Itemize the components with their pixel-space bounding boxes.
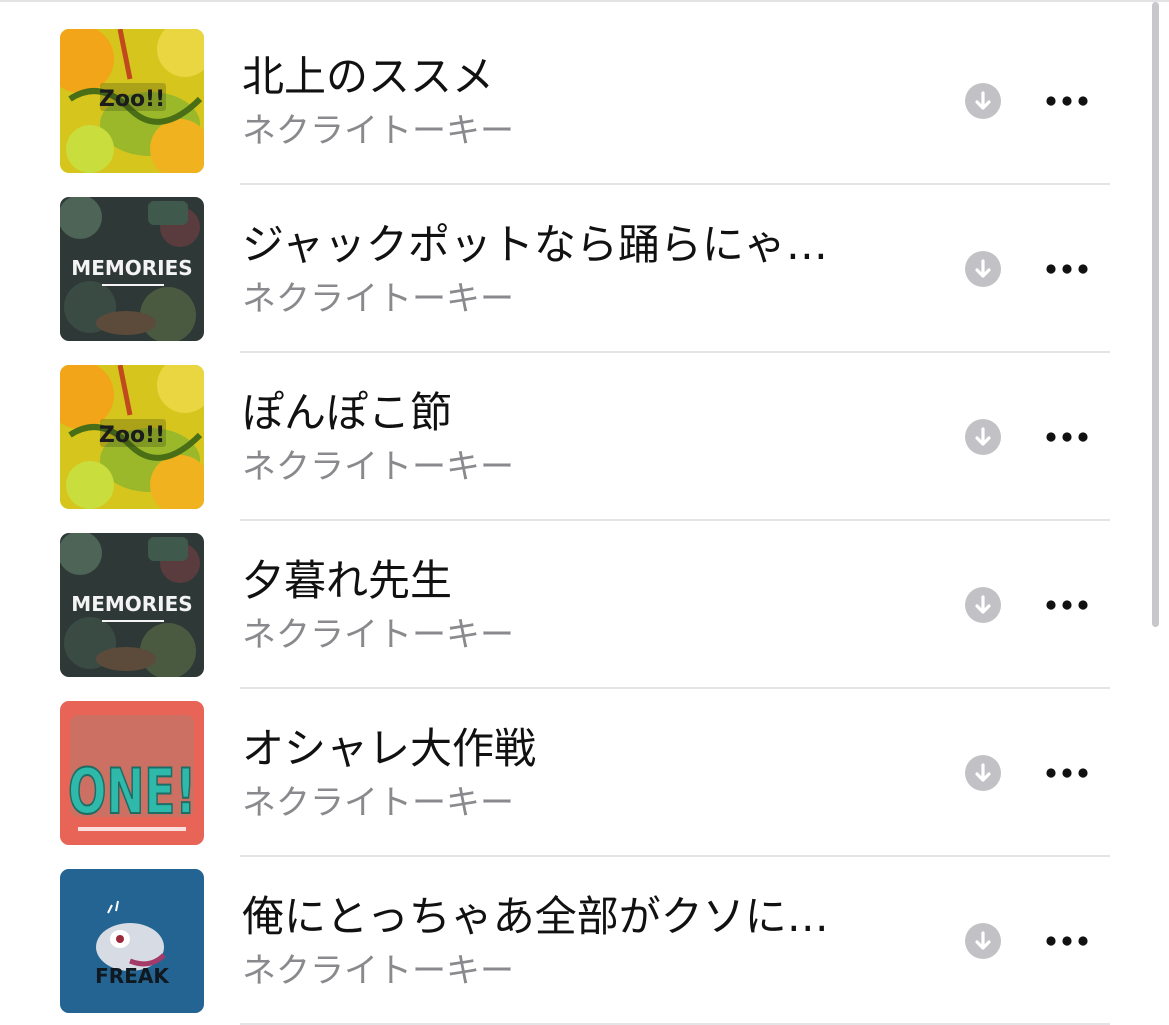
song-row[interactable]: FREAK 俺にとっちゃあ全部がクソに… ネクライトーキー — [0, 856, 1150, 1025]
song-list: Zoo!! 北上のススメ ネクライトーキー MEMORIES ジャックポットなら… — [0, 16, 1150, 1025]
more-ellipsis-icon — [1046, 432, 1088, 442]
song-title: 夕暮れ先生 — [242, 556, 453, 605]
song-row[interactable]: MEMORIES 夕暮れ先生 ネクライトーキー — [0, 520, 1150, 689]
more-ellipsis-icon — [1046, 600, 1088, 610]
download-button[interactable] — [965, 923, 1001, 959]
download-button[interactable] — [965, 251, 1001, 287]
song-title: 俺にとっちゃあ全部がクソに… — [242, 892, 829, 941]
song-artist: ネクライトーキー — [242, 951, 514, 991]
download-button[interactable] — [965, 83, 1001, 119]
song-artist: ネクライトーキー — [242, 783, 514, 823]
zoo-cover-text: Zoo!! — [99, 423, 165, 448]
song-artist: ネクライトーキー — [242, 111, 514, 151]
song-row[interactable]: Zoo!! ぽんぽこ節 ネクライトーキー — [0, 352, 1150, 521]
more-ellipsis-icon — [1046, 768, 1088, 778]
song-title: 北上のススメ — [242, 52, 495, 101]
download-arrow-icon — [975, 427, 991, 446]
one-cover-text: ONE! — [68, 755, 196, 828]
song-artist: ネクライトーキー — [242, 447, 514, 487]
memories-cover-text: MEMORIES — [71, 256, 192, 280]
freak-cover-text: FREAK — [95, 964, 170, 988]
zoo-cover-text: Zoo!! — [99, 87, 165, 112]
song-title: ジャックポットなら踊らにゃ… — [242, 220, 828, 269]
download-button[interactable] — [965, 755, 1001, 791]
zoo-cover-icon: Zoo!! — [60, 29, 204, 173]
download-button[interactable] — [965, 419, 1001, 455]
more-ellipsis-icon — [1046, 264, 1088, 274]
more-button[interactable] — [1038, 756, 1096, 790]
song-artist: ネクライトーキー — [242, 615, 514, 655]
more-button[interactable] — [1038, 588, 1096, 622]
download-button[interactable] — [965, 587, 1001, 623]
song-row[interactable]: MEMORIES ジャックポットなら踊らにゃ… ネクライトーキー — [0, 184, 1150, 353]
more-ellipsis-icon — [1046, 96, 1088, 106]
memories-cover-icon: MEMORIES — [60, 197, 204, 341]
song-title: オシャレ大作戦 — [242, 724, 537, 773]
more-button[interactable] — [1038, 924, 1096, 958]
download-arrow-icon — [975, 595, 991, 614]
download-arrow-icon — [975, 91, 991, 110]
more-button[interactable] — [1038, 252, 1096, 286]
scrollbar[interactable] — [1152, 2, 1159, 627]
song-title: ぽんぽこ節 — [242, 388, 453, 437]
more-button[interactable] — [1038, 84, 1096, 118]
more-ellipsis-icon — [1046, 936, 1088, 946]
download-arrow-icon — [975, 259, 991, 278]
download-arrow-icon — [975, 931, 991, 950]
one-cover-icon: ONE! — [60, 701, 204, 845]
zoo-cover-icon: Zoo!! — [60, 365, 204, 509]
song-row[interactable]: ONE! オシャレ大作戦 ネクライトーキー — [0, 688, 1150, 857]
memories-cover-icon: MEMORIES — [60, 533, 204, 677]
song-row[interactable]: Zoo!! 北上のススメ ネクライトーキー — [0, 16, 1150, 185]
freak-cover-icon: FREAK — [60, 869, 204, 1013]
more-button[interactable] — [1038, 420, 1096, 454]
download-arrow-icon — [975, 763, 991, 782]
song-artist: ネクライトーキー — [242, 279, 514, 319]
memories-cover-text: MEMORIES — [71, 592, 192, 616]
top-edge-divider — [0, 0, 1169, 2]
